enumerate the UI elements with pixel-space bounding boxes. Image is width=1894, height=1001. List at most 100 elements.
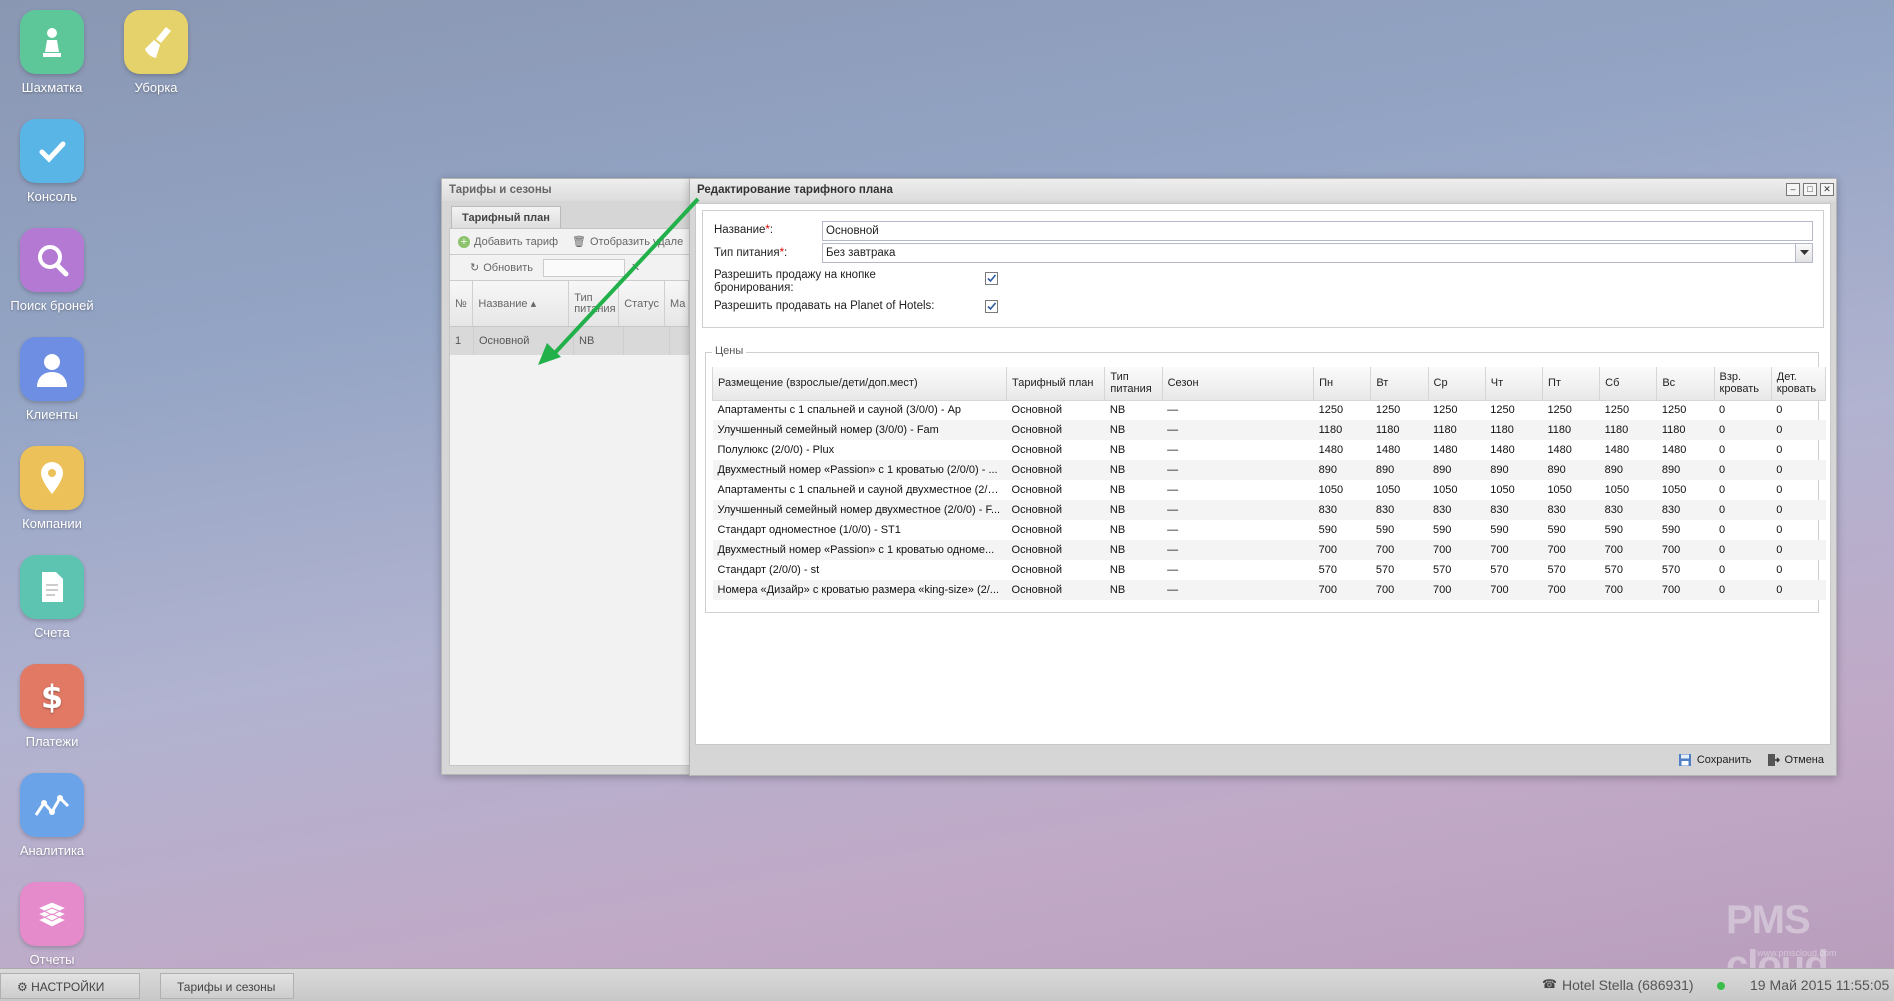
- table-cell: —: [1167, 404, 1179, 417]
- table-row[interactable]: Улучшенный семейный номер (3/0/0) - Fam О…: [712, 420, 1826, 440]
- desktop-icon-3[interactable]: Консоль: [0, 119, 104, 204]
- table-cell: NB: [1104, 580, 1163, 600]
- prices-col-header[interactable]: Сезон: [1161, 367, 1315, 401]
- col-meal[interactable]: Тип питания: [569, 281, 620, 326]
- table-cell: 570: [1318, 564, 1337, 576]
- prices-col-header[interactable]: Вс: [1656, 367, 1715, 401]
- desktop-icon-4[interactable]: Поиск броней: [0, 228, 104, 313]
- table-cell: 1180: [1370, 420, 1429, 440]
- desktop-icon-9[interactable]: Аналитика: [0, 773, 104, 858]
- name-field[interactable]: Основной: [822, 221, 1813, 241]
- prices-col-header[interactable]: Чт: [1484, 367, 1543, 401]
- table-cell: Стандарт одноместное (1/0/0) - ST1: [717, 524, 901, 536]
- table-row[interactable]: Апартаменты с 1 спальней и сауной (3/0/0…: [713, 400, 1826, 420]
- tab-tariff-plan[interactable]: Тарифный план: [451, 206, 561, 228]
- col-name[interactable]: Название ▴: [473, 281, 570, 326]
- table-row[interactable]: Апартаменты с 1 спальней и сауной двухме…: [713, 480, 1826, 500]
- desktop-icon-10[interactable]: Отчеты: [0, 882, 104, 967]
- taskbar-item-tariffs[interactable]: Тарифы и сезоны: [160, 973, 294, 999]
- col-extra[interactable]: Ма: [665, 281, 689, 326]
- desktop-icon-label: Счета: [34, 625, 70, 640]
- table-cell: 1250: [1318, 404, 1344, 417]
- meal-select[interactable]: Без завтрака: [822, 243, 1813, 263]
- desktop-icon-label: Компании: [22, 516, 82, 531]
- prices-col-header[interactable]: Тип питания: [1104, 367, 1163, 401]
- minimize-button[interactable]: –: [1786, 183, 1800, 196]
- refresh-button[interactable]: ↻ Обновить: [466, 259, 537, 276]
- table-row[interactable]: Номера «Дизайр» с кроватью размера «king…: [712, 580, 1826, 600]
- save-button[interactable]: Сохранить: [1678, 753, 1752, 767]
- desktop-icon-5[interactable]: Клиенты: [0, 337, 104, 422]
- table-cell: Номера «Дизайр» с кроватью размера «king…: [712, 580, 1007, 600]
- prices-col-header[interactable]: Пн: [1313, 367, 1372, 401]
- table-cell: 590: [1547, 524, 1566, 536]
- tariffs-seasons-window: Тарифы и сезоны Тарифный план + Добавить …: [441, 178, 691, 775]
- table-cell: Основной: [1011, 564, 1062, 576]
- clear-filter-icon[interactable]: ✕: [631, 261, 640, 274]
- table-cell: 700: [1542, 540, 1600, 560]
- prices-col-header[interactable]: Размещение (взрослые/дети/доп.мест): [711, 367, 1008, 401]
- table-cell: Основной: [1006, 580, 1105, 600]
- table-cell: —: [1162, 580, 1314, 600]
- prices-col-header[interactable]: Пт: [1541, 367, 1601, 401]
- prices-fieldset: Цены Размещение (взрослые/дети/доп.мест)…: [705, 345, 1827, 613]
- allow-planet-checkbox[interactable]: [985, 300, 998, 313]
- table-cell: 1180: [1313, 420, 1371, 440]
- analytics-icon: [20, 773, 84, 837]
- col-status[interactable]: Статус: [619, 281, 665, 326]
- table-cell: 590: [1661, 524, 1681, 536]
- hotel-name: Hotel Stella (686931): [1562, 977, 1694, 993]
- plus-icon: +: [458, 235, 470, 248]
- table-cell: 1480: [1433, 444, 1458, 456]
- table-row[interactable]: Двухместный номер «Passion» с 1 кроватью…: [712, 460, 1826, 480]
- prices-col-header[interactable]: Вт: [1370, 367, 1429, 401]
- add-tariff-button[interactable]: + Добавить тариф: [454, 234, 562, 250]
- desktop-icon-label: Уборка: [134, 80, 178, 95]
- row-num: 1: [450, 327, 474, 355]
- desktop-icon-1[interactable]: Шахматка: [0, 10, 104, 95]
- table-cell: 1050: [1661, 484, 1687, 496]
- table-row[interactable]: Улучшенный семейный номер двухместное (2…: [712, 500, 1826, 520]
- table-cell: 0: [1771, 420, 1826, 440]
- filter-input[interactable]: [543, 258, 626, 277]
- table-cell: 830: [1656, 500, 1715, 520]
- table-cell: Улучшенный семейный номер двухместное (2…: [712, 500, 1007, 520]
- table-row[interactable]: 1 Основной NB: [450, 327, 689, 355]
- maximize-button[interactable]: □: [1803, 183, 1817, 196]
- allow-booking-button-checkbox[interactable]: [985, 272, 998, 285]
- table-cell: 1180: [1656, 420, 1715, 440]
- table-cell: 1050: [1318, 484, 1344, 496]
- prices-table: Размещение (взрослые/дети/доп.мест) Тариф…: [711, 367, 1827, 600]
- prices-col-header[interactable]: Взр. кровать: [1713, 367, 1772, 401]
- col-num[interactable]: №: [450, 281, 474, 326]
- table-cell: 700: [1313, 580, 1371, 600]
- cancel-button[interactable]: Отмена: [1766, 753, 1824, 767]
- prices-col-header[interactable]: Тарифный план: [1006, 367, 1106, 401]
- table-row[interactable]: Стандарт (2/0/0) - st Основной NB — 570 570 57…: [713, 560, 1826, 580]
- edit-tariff-plan-window: Редактирование тарифного плана – □ ✕ Наз…: [689, 178, 1837, 776]
- desktop-icon-2[interactable]: Уборка: [104, 10, 208, 95]
- table-cell: 0: [1776, 524, 1783, 536]
- table-cell: 1050: [1604, 484, 1630, 496]
- desktop-icon-8[interactable]: $ Платежи: [0, 664, 104, 749]
- desktop-icon-6[interactable]: Компании: [0, 446, 104, 531]
- prices-col-header[interactable]: Дет. кровать: [1770, 367, 1827, 401]
- prices-col-header[interactable]: Сб: [1599, 367, 1658, 401]
- svg-text:$: $: [41, 678, 63, 716]
- table-cell: 0: [1714, 540, 1772, 560]
- table-row[interactable]: Стандарт одноместное (1/0/0) - ST1 Основн…: [713, 520, 1826, 540]
- close-button[interactable]: ✕: [1820, 183, 1834, 196]
- table-cell: 1250: [1490, 404, 1515, 417]
- desktop-icon-7[interactable]: Счета: [0, 555, 104, 640]
- table-cell: —: [1162, 540, 1314, 560]
- settings-button[interactable]: ⚙ НАСТРОЙКИ: [0, 973, 140, 999]
- clock: 19 Май 2015 11:55:05: [1750, 977, 1890, 993]
- table-row[interactable]: Полулюкс (2/0/0) - Plux Основной NB — 1480 14…: [713, 440, 1826, 460]
- phone-icon: ☎: [1542, 977, 1557, 991]
- prices-col-header[interactable]: Ср: [1427, 367, 1486, 401]
- show-deleted-button[interactable]: 🗑 Отобразить удале: [568, 233, 687, 250]
- chevron-down-icon[interactable]: [1795, 244, 1812, 262]
- table-cell: 1180: [1428, 420, 1486, 440]
- table-cell: 830: [1313, 500, 1371, 520]
- table-row[interactable]: Двухместный номер «Passion» с 1 кроватью…: [712, 540, 1826, 560]
